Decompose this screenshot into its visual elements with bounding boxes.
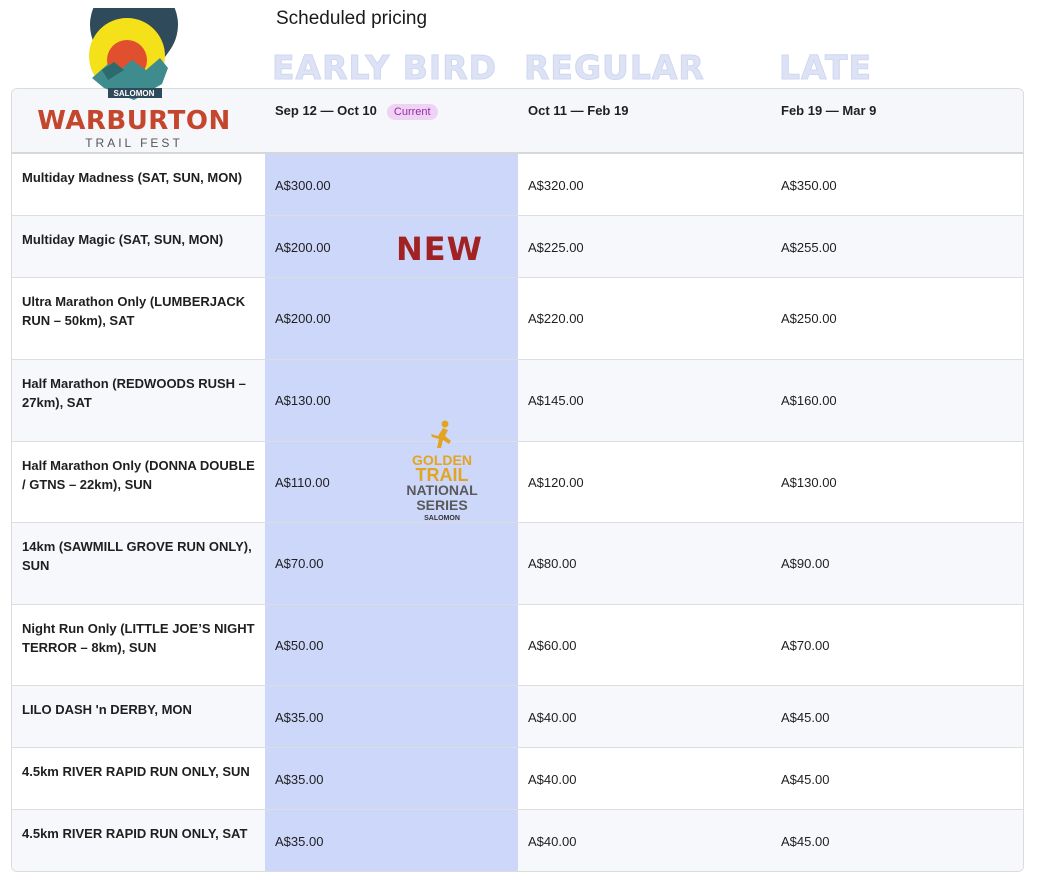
price-late: A$90.00 [781,555,830,571]
price-cell-regular: A$145.00 [518,359,771,441]
current-badge: Current [386,104,438,120]
price-cell-early: A$35.00 [265,809,518,871]
price-cell-late: A$90.00 [771,522,1023,604]
price-cell-late: A$255.00 [771,215,1023,277]
price-cell-regular: A$220.00 [518,277,771,359]
warburton-logo: SALOMON WARBURTON TRAIL FEST [14,0,254,150]
price-cell-regular: A$60.00 [518,604,771,685]
price-cell-early: A$35.00 [265,685,518,747]
price-cell-regular: A$40.00 [518,747,771,809]
price-cell-regular: A$80.00 [518,522,771,604]
price-early: A$50.00 [275,637,324,653]
table-row: Multiday Magic (SAT, SUN, MON) A$200.00 A$… [12,215,1023,277]
table-row: Multiday Madness (SAT, SUN, MON) A$300.00… [12,153,1023,215]
price-late: A$70.00 [781,637,830,653]
price-late: A$250.00 [781,310,837,326]
table-row: Half Marathon Only (DONNA DOUBLE / GTNS … [12,441,1023,522]
price-early: A$300.00 [275,178,331,193]
mountain-sun-icon: SALOMON [89,0,178,100]
row-event-name: Night Run Only (LITTLE JOE’S NIGHT TERRO… [22,620,255,655]
price-early: A$70.00 [275,555,324,571]
price-regular: A$40.00 [528,833,577,849]
price-early: A$35.00 [275,771,324,787]
table-row: Half Marathon (REDWOODS RUSH – 27km), SA… [12,359,1023,441]
price-late: A$255.00 [781,239,837,255]
table-row: Ultra Marathon Only (LUMBERJACK RUN – 50… [12,277,1023,359]
price-cell-regular: A$120.00 [518,441,771,522]
price-cell-regular: A$320.00 [518,153,771,215]
price-cell-regular: A$40.00 [518,685,771,747]
gtns-trail: TRAIL [415,465,469,485]
logo-sub: TRAIL FEST [85,136,183,150]
table-row: LILO DASH 'n DERBY, MON A$35.00 A$40.00 A$4… [12,685,1023,747]
price-early: A$200.00 [275,310,331,326]
table-row: 4.5km RIVER RAPID RUN ONLY, SAT A$35.00 A$… [12,809,1023,871]
table-row: 14km (SAWMILL GROVE RUN ONLY), SUN A$70.0… [12,522,1023,604]
price-regular: A$80.00 [528,555,577,571]
price-early: A$110.00 [275,474,330,490]
price-cell-early: A$200.00 [265,277,518,359]
row-event-name: 4.5km RIVER RAPID RUN ONLY, SUN [22,763,250,779]
tier-label-early-bird: EARLY BIRD [272,48,497,88]
logo-name: WARBURTON [37,106,231,136]
price-late: A$130.00 [781,474,837,490]
row-event-name: Half Marathon Only (DONNA DOUBLE / GTNS … [22,457,255,492]
price-cell-early: A$50.00 [265,604,518,685]
runner-icon [431,420,451,448]
price-regular: A$60.00 [528,637,577,653]
column-header-regular: Oct 11 — Feb 19 [518,89,771,154]
price-early: A$130.00 [275,392,331,408]
column-header-early-label: Sep 12 — Oct 10 [275,103,377,118]
row-event-name: Multiday Madness (SAT, SUN, MON) [22,170,243,185]
gtns-salomon: SALOMON [424,515,460,522]
row-event-name: 4.5km RIVER RAPID RUN ONLY, SAT [12,809,265,871]
row-event-name: 14km (SAWMILL GROVE RUN ONLY), SUN [12,522,265,604]
price-cell-late: A$250.00 [771,277,1023,359]
price-regular: A$40.00 [528,771,577,787]
price-regular: A$120.00 [528,474,584,490]
price-late: A$350.00 [781,178,837,193]
column-header-early: Sep 12 — Oct 10 Current [265,89,518,154]
column-header-late: Feb 19 — Mar 9 [771,89,1023,154]
price-regular: A$225.00 [528,239,584,255]
price-cell-late: A$160.00 [771,359,1023,441]
price-cell-early: A$300.00 [265,153,518,215]
price-regular: A$40.00 [528,709,577,725]
price-cell-early: A$70.00 [265,522,518,604]
row-event-name: Multiday Magic (SAT, SUN, MON) [12,215,265,277]
price-early: A$35.00 [275,709,324,725]
tier-label-regular: REGULAR [524,48,705,88]
price-late: A$45.00 [781,771,830,787]
price-cell-late: A$45.00 [771,747,1023,809]
golden-trail-series-logo: GOLDEN TRAIL NATIONAL SERIES SALOMON [394,420,490,532]
row-event-name: LILO DASH 'n DERBY, MON [12,685,265,747]
tier-label-late: LATE [778,48,873,88]
price-regular: A$320.00 [528,178,584,193]
price-cell-late: A$350.00 [771,153,1023,215]
price-early: A$200.00 [275,239,331,255]
price-cell-early: A$35.00 [265,747,518,809]
price-cell-regular: A$225.00 [518,215,771,277]
price-late: A$45.00 [781,709,830,725]
price-regular: A$145.00 [528,392,584,408]
salomon-brand-text: SALOMON [114,89,155,98]
price-late: A$45.00 [781,833,830,849]
table-row: 4.5km RIVER RAPID RUN ONLY, SUN A$35.00 A$… [12,747,1023,809]
row-event-name: Ultra Marathon Only (LUMBERJACK RUN – 50… [22,293,246,328]
price-early: A$35.00 [275,833,324,849]
new-tag: NEW [396,230,483,268]
pricing-table: Sep 12 — Oct 10 Current Oct 11 — Feb 19 F… [11,88,1024,872]
price-cell-late: A$45.00 [771,809,1023,871]
price-cell-late: A$130.00 [771,441,1023,522]
price-cell-late: A$45.00 [771,685,1023,747]
page-title: Scheduled pricing [276,8,428,29]
table-row: Night Run Only (LITTLE JOE’S NIGHT TERRO… [12,604,1023,685]
price-cell-late: A$70.00 [771,604,1023,685]
gtns-national: NATIONAL [406,482,478,498]
gtns-series: SERIES [416,497,468,513]
row-event-name: Half Marathon (REDWOODS RUSH – 27km), SA… [12,359,265,441]
price-cell-regular: A$40.00 [518,809,771,871]
price-late: A$160.00 [781,392,837,408]
price-regular: A$220.00 [528,310,584,326]
